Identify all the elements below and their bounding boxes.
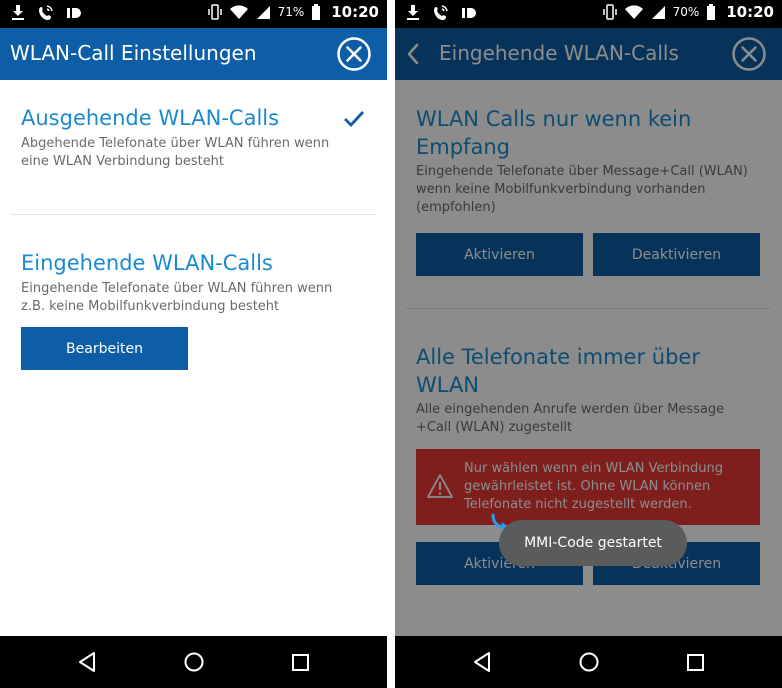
id-icon bbox=[462, 8, 476, 18]
back-icon[interactable] bbox=[76, 650, 98, 674]
wifi-call-icon bbox=[39, 5, 53, 20]
section-title: Ausgehende WLAN-Calls bbox=[21, 106, 280, 130]
home-icon[interactable] bbox=[578, 650, 600, 674]
right-screen: 70% 10:20 Eingehende WLAN-Calls WLAN Cal… bbox=[395, 0, 782, 688]
section-description-line: Eingehende Telefonate über WLAN führen w… bbox=[21, 281, 333, 296]
signal-icon bbox=[651, 6, 665, 19]
divider bbox=[10, 214, 376, 215]
section-description-line: eine WLAN Verbindung besteht bbox=[21, 154, 225, 169]
back-icon[interactable] bbox=[471, 650, 493, 674]
wifi-call-icon bbox=[434, 5, 448, 20]
edit-button[interactable]: Bearbeiten bbox=[21, 327, 188, 370]
clock: 10:20 bbox=[726, 3, 774, 21]
section-title: Eingehende WLAN-Calls bbox=[21, 251, 273, 275]
close-icon[interactable] bbox=[336, 36, 372, 72]
download-icon bbox=[407, 5, 419, 20]
wifi-icon bbox=[624, 5, 643, 20]
battery-percent: 70% bbox=[672, 5, 700, 19]
status-bar: 71% 10:20 bbox=[0, 0, 387, 28]
id-icon bbox=[67, 8, 81, 18]
battery-icon bbox=[312, 4, 321, 20]
status-bar: 70% 10:20 bbox=[395, 0, 782, 28]
section-description-line: z.B. keine Mobilfunkverbindung besteht bbox=[21, 299, 280, 314]
section-description: Abgehende Telefonate über WLAN führen we… bbox=[21, 135, 329, 171]
toast-message: MMI-Code gestartet bbox=[499, 520, 687, 566]
battery-icon bbox=[707, 4, 716, 20]
nav-bar bbox=[0, 636, 387, 688]
wifi-icon bbox=[229, 5, 248, 20]
battery-percent: 71% bbox=[277, 5, 305, 19]
nav-bar bbox=[395, 636, 782, 688]
settings-content: Ausgehende WLAN-Calls Abgehende Telefona… bbox=[0, 80, 387, 636]
app-bar: WLAN-Call Einstellungen bbox=[0, 28, 387, 80]
check-icon bbox=[344, 111, 365, 128]
section-description-line: Abgehende Telefonate über WLAN führen we… bbox=[21, 136, 330, 151]
vibrate-icon bbox=[602, 4, 617, 20]
download-icon bbox=[12, 5, 24, 20]
section-description: Eingehende Telefonate über WLAN führen w… bbox=[21, 280, 332, 316]
recents-icon[interactable] bbox=[290, 650, 312, 674]
vibrate-icon bbox=[207, 4, 222, 20]
home-icon[interactable] bbox=[183, 650, 205, 674]
page-title: WLAN-Call Einstellungen bbox=[10, 41, 257, 65]
signal-icon bbox=[256, 6, 270, 19]
left-screen: 71% 10:20 WLAN-Call Einstellungen Ausgeh… bbox=[0, 0, 387, 688]
recents-icon[interactable] bbox=[685, 650, 707, 674]
clock: 10:20 bbox=[331, 3, 379, 21]
